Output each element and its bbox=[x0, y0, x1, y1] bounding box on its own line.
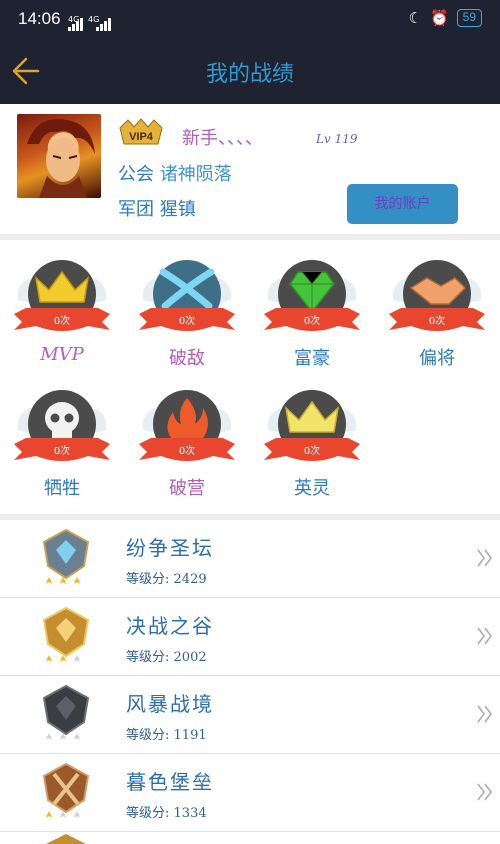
badge-rich[interactable]: 0次 富豪 bbox=[257, 254, 367, 374]
chevron-right-icon[interactable] bbox=[476, 781, 494, 803]
guild-row: 公会 诸神陨落 bbox=[118, 160, 232, 186]
rank-gold-emblem-icon bbox=[42, 606, 90, 662]
crown-icon: 0次 bbox=[264, 390, 360, 461]
rank-diamond-emblem-icon bbox=[42, 528, 90, 584]
badge-label: 破营 bbox=[169, 478, 205, 499]
badge-ribbon-text: 0次 bbox=[54, 444, 70, 457]
rank-score: 等级分: 2429 bbox=[126, 572, 207, 587]
signal-icon bbox=[68, 18, 83, 31]
profile-card: VIP4 新手、、、、 Lv 119 公会 诸神陨落 军团 猩镇 我的账户 bbox=[0, 104, 500, 234]
crossed-swords-icon: 0次 bbox=[139, 260, 235, 331]
moon-icon: ☾ bbox=[408, 9, 422, 27]
badge-ribbon-text: 0次 bbox=[429, 314, 445, 327]
crown-icon: 0次 bbox=[14, 260, 110, 331]
badge-sacrifice[interactable]: 0次 牺牲 bbox=[7, 384, 117, 504]
my-account-button[interactable]: 我的账户 bbox=[347, 184, 458, 224]
rank-row[interactable]: 暮色堡垒 等级分: 1334 bbox=[0, 754, 500, 832]
alarm-icon: ⏰ bbox=[429, 9, 449, 27]
rank-score: 等级分: 1191 bbox=[126, 728, 207, 743]
rank-row[interactable]: 决战之谷 等级分: 2002 bbox=[0, 598, 500, 676]
badge-defeat-enemy[interactable]: 0次 破敌 bbox=[132, 254, 242, 374]
handshake-icon: 0次 bbox=[389, 260, 485, 331]
signal-icon-2 bbox=[96, 18, 111, 31]
chevron-right-icon[interactable] bbox=[476, 703, 494, 725]
badge-hero-spirit[interactable]: 0次 英灵 bbox=[257, 384, 367, 504]
diamond-icon: 0次 bbox=[264, 260, 360, 331]
badge-mvp[interactable]: 0次 MVP bbox=[7, 254, 117, 374]
app-header: 我的战绩 bbox=[0, 38, 500, 104]
status-bar: 14:06 4G 4G ☾ ⏰ 59 bbox=[0, 0, 500, 38]
status-time: 14:06 bbox=[18, 9, 61, 28]
battery-indicator: 59 bbox=[456, 9, 482, 27]
chevron-right-icon[interactable] bbox=[476, 625, 494, 647]
rank-row[interactable]: 纷争圣坛 等级分: 2429 bbox=[0, 520, 500, 598]
badge-ribbon-text: 0次 bbox=[304, 314, 320, 327]
badge-ribbon-text: 0次 bbox=[304, 444, 320, 457]
rank-row[interactable]: 风暴战境 等级分: 1191 bbox=[0, 676, 500, 754]
skull-icon: 0次 bbox=[14, 390, 110, 461]
badge-ribbon-text: 0次 bbox=[179, 444, 195, 457]
rank-name: 纷争圣坛 bbox=[126, 536, 214, 560]
badge-label: 破敌 bbox=[169, 348, 205, 369]
corps-name: 猩镇 bbox=[159, 199, 196, 220]
achievement-badges: 0次 MVP 0次 破敌 0次 富豪 0次 偏将 0次 牺牲 0次 破营 0次 … bbox=[0, 240, 500, 514]
guild-label: 公会 bbox=[118, 164, 154, 185]
rank-score: 等级分: 2002 bbox=[126, 650, 207, 665]
nickname: 新手、、、、 bbox=[182, 128, 263, 149]
chevron-right-icon[interactable] bbox=[476, 547, 494, 569]
avatar[interactable] bbox=[17, 114, 101, 198]
rank-name: 风暴战境 bbox=[126, 692, 214, 716]
corps-row: 军团 猩镇 bbox=[118, 195, 196, 221]
rank-iron-emblem-icon bbox=[42, 684, 90, 740]
rank-name: 决战之谷 bbox=[126, 614, 214, 638]
badge-label: 牺牲 bbox=[44, 478, 80, 499]
badge-lieutenant[interactable]: 0次 偏将 bbox=[382, 254, 492, 374]
vip-badge-icon: VIP4 bbox=[119, 118, 163, 145]
corps-label: 军团 bbox=[118, 199, 154, 220]
rank-bronze-emblem-icon bbox=[42, 762, 90, 818]
page-title: 我的战绩 bbox=[205, 62, 294, 87]
badge-break-camp[interactable]: 0次 破营 bbox=[132, 384, 242, 504]
rank-emblem-partial-icon bbox=[46, 834, 86, 844]
hero-portrait-icon bbox=[27, 119, 95, 198]
badge-label: 英灵 bbox=[294, 478, 330, 499]
badge-label: MVP bbox=[40, 344, 84, 365]
vip-text: VIP4 bbox=[129, 131, 154, 143]
flame-icon: 0次 bbox=[139, 390, 235, 461]
rank-name: 暮色堡垒 bbox=[126, 770, 214, 794]
guild-name: 诸神陨落 bbox=[159, 164, 232, 185]
rank-row-partial[interactable] bbox=[0, 832, 500, 844]
rank-score: 等级分: 1334 bbox=[126, 806, 207, 821]
badge-ribbon-text: 0次 bbox=[54, 314, 70, 327]
badge-label: 偏将 bbox=[419, 348, 455, 369]
rank-list: 纷争圣坛 等级分: 2429 决战之谷 等级分: 2002 风暴战境 等级分: … bbox=[0, 520, 500, 844]
player-level: Lv 119 bbox=[316, 132, 358, 146]
badge-label: 富豪 bbox=[294, 348, 330, 369]
badge-ribbon-text: 0次 bbox=[179, 314, 195, 327]
